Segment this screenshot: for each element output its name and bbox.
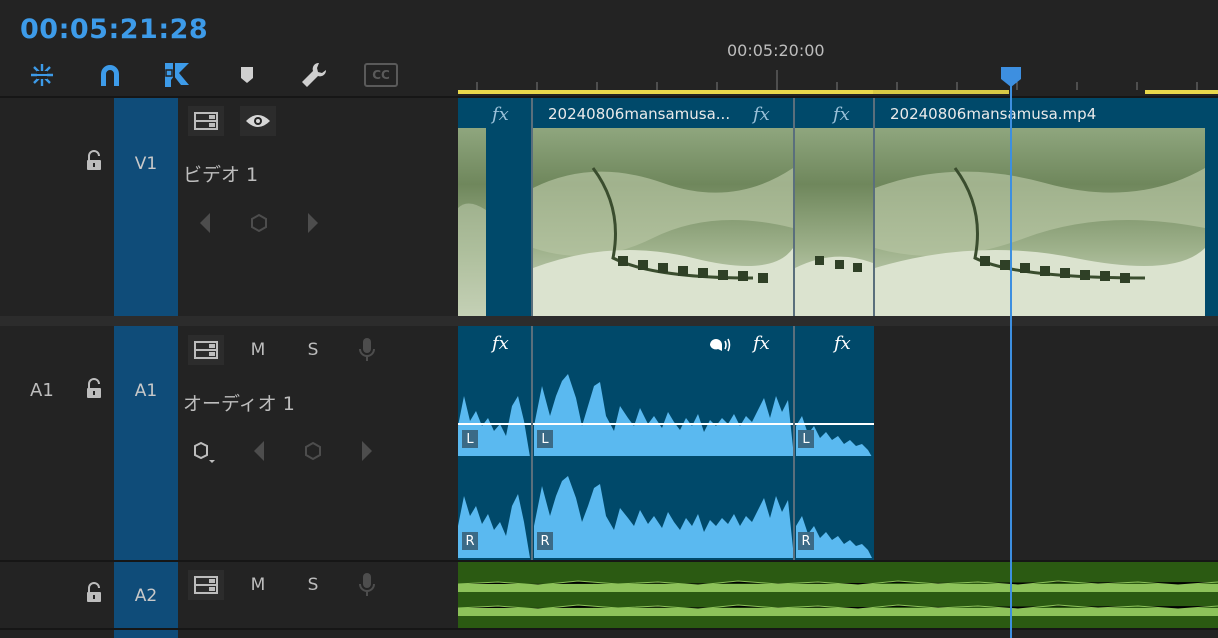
solo-button[interactable]: S	[295, 570, 331, 600]
render-bar	[458, 90, 873, 94]
channel-right-label: R	[537, 532, 553, 550]
fx-badge[interactable]: fx	[492, 104, 509, 125]
voice-icon[interactable]	[708, 336, 734, 358]
video-clip[interactable]: 20240806mansamusa.mp4	[875, 98, 1218, 316]
keyframe-type-icon[interactable]	[193, 441, 217, 469]
toggle-sync-lock-icon[interactable]	[188, 106, 224, 136]
render-bar	[873, 90, 1009, 94]
track-name-v1[interactable]: ビデオ 1	[183, 160, 258, 187]
divider	[0, 628, 1218, 630]
audio-clip-a2[interactable]	[458, 562, 1218, 628]
channel-right-label: R	[798, 532, 814, 550]
time-ruler[interactable]	[458, 62, 1218, 92]
magnet-icon[interactable]	[93, 60, 127, 90]
fx-badge[interactable]: fx	[753, 333, 770, 354]
captions-label: CC	[364, 63, 398, 87]
timecode-display[interactable]: 00:05:21:28	[20, 14, 208, 45]
mute-button[interactable]: M	[240, 335, 276, 365]
channel-left-label: L	[798, 430, 814, 448]
edit-point[interactable]	[793, 326, 795, 560]
fx-badge[interactable]: fx	[753, 104, 770, 125]
snap-settings-icon[interactable]	[25, 60, 59, 90]
solo-button[interactable]: S	[295, 335, 331, 365]
clip-thumbnail	[795, 128, 873, 316]
video-clip[interactable]: fx	[458, 98, 532, 316]
lock-icon[interactable]	[84, 150, 104, 172]
channel-right-label: R	[462, 532, 478, 550]
track-target-a3[interactable]	[114, 630, 178, 638]
track-target-label: V1	[134, 154, 158, 174]
toggle-sync-lock-icon[interactable]	[188, 335, 224, 365]
track-target-a1[interactable]: A1	[114, 326, 178, 560]
prev-keyframe-icon[interactable]	[198, 213, 212, 237]
fx-badge[interactable]: fx	[833, 104, 850, 125]
add-keyframe-icon[interactable]	[250, 213, 268, 236]
clip-thumbnail	[875, 128, 1218, 316]
marker-icon[interactable]	[230, 60, 264, 90]
next-keyframe-icon[interactable]	[306, 213, 320, 237]
microphone-icon[interactable]	[349, 570, 385, 600]
wrench-icon[interactable]	[297, 60, 331, 90]
toggle-sync-lock-icon[interactable]	[188, 570, 224, 600]
microphone-icon[interactable]	[349, 335, 385, 365]
edit-point[interactable]	[531, 98, 533, 316]
lock-icon[interactable]	[84, 582, 104, 604]
fx-badge[interactable]: fx	[492, 333, 509, 354]
playhead-handle[interactable]	[1000, 66, 1022, 92]
lock-icon[interactable]	[84, 378, 104, 400]
next-keyframe-icon[interactable]	[360, 441, 374, 465]
track-target-label: A1	[134, 381, 158, 401]
clip-title: 20240806mansamusa...	[548, 105, 731, 123]
track-target-a2[interactable]: A2	[114, 562, 178, 628]
track-target-label: A2	[134, 586, 158, 606]
video-clip[interactable]: 20240806mansamusa... fx	[533, 98, 793, 316]
channel-left-label: L	[537, 430, 553, 448]
fx-badge[interactable]: fx	[834, 333, 851, 354]
track-name-a1[interactable]: オーディオ 1	[183, 389, 295, 416]
clip-thumbnail	[533, 128, 793, 316]
source-patch-a1[interactable]: A1	[30, 380, 54, 401]
mute-button[interactable]: M	[240, 570, 276, 600]
channel-left-label: L	[462, 430, 478, 448]
edit-point[interactable]	[531, 326, 533, 560]
prev-keyframe-icon[interactable]	[252, 441, 266, 465]
track-divider[interactable]	[0, 316, 1218, 326]
add-keyframe-icon[interactable]	[304, 441, 322, 464]
ruler-time-label: 00:05:20:00	[727, 41, 825, 60]
playhead-line[interactable]	[1010, 84, 1012, 638]
captions-icon[interactable]: CC	[364, 60, 398, 90]
render-bar	[1145, 90, 1218, 94]
track-target-v1[interactable]: V1	[114, 98, 178, 316]
linked-selection-icon[interactable]	[161, 60, 195, 90]
video-clip[interactable]: fx	[795, 98, 873, 316]
clip-title: 20240806mansamusa.mp4	[890, 105, 1097, 123]
eye-icon[interactable]	[240, 106, 276, 136]
